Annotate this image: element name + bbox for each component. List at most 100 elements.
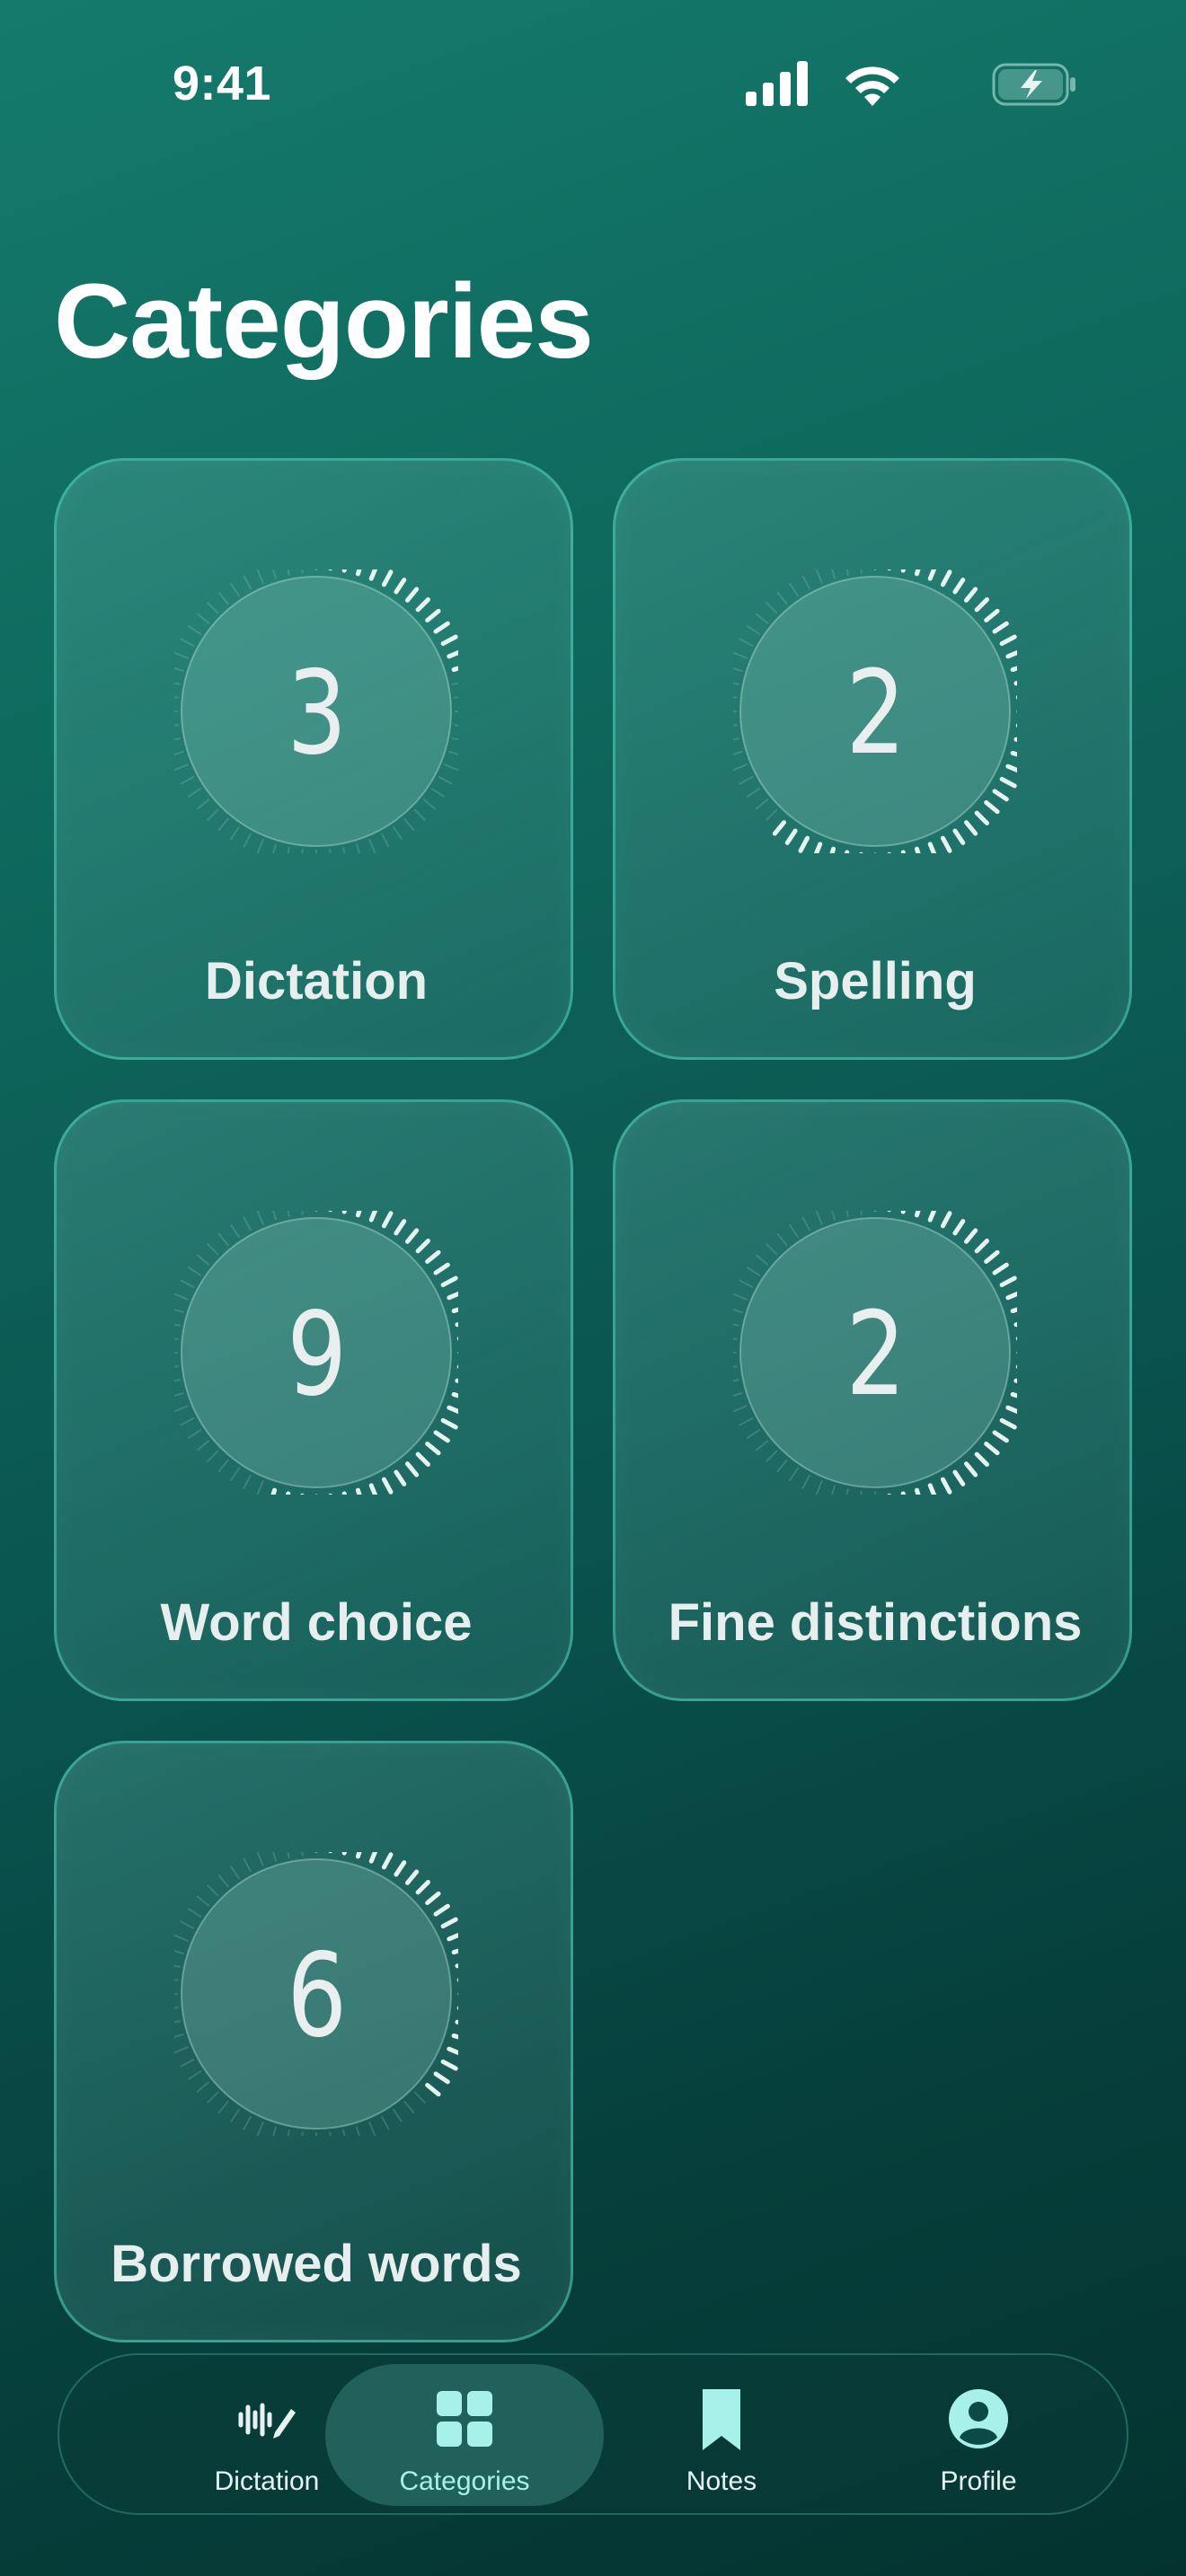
- dial-tick-empty: [766, 1450, 778, 1462]
- dial-tick-empty: [381, 2115, 390, 2130]
- dial-tick-filled: [914, 1211, 921, 1218]
- dial-tick-empty: [230, 825, 240, 840]
- dial-tick-empty: [287, 1852, 290, 1858]
- dial-tick-filled: [984, 1442, 1000, 1456]
- dial-tick-empty: [197, 1440, 210, 1451]
- dial-tick-filled: [341, 1852, 347, 1856]
- dial-tick-filled: [914, 569, 921, 577]
- dial-tick-filled: [940, 1211, 952, 1229]
- tab-profile[interactable]: Profile: [839, 2364, 1118, 2506]
- dial-tick-filled: [355, 569, 362, 577]
- dial-tick-empty: [243, 2115, 252, 2130]
- dial-tick-filled: [394, 1860, 407, 1877]
- dial-tick-filled: [381, 1852, 394, 1870]
- dial-tick-empty: [287, 2130, 290, 2136]
- dial-tick-filled: [927, 842, 937, 853]
- dial-tick-empty: [845, 1211, 849, 1217]
- dial-tick-filled: [405, 587, 420, 603]
- dial-tick-empty: [831, 1485, 836, 1495]
- dial-tick-empty: [207, 1884, 219, 1897]
- category-card-word-choice[interactable]: 9 Word choice: [54, 1099, 573, 1701]
- dial-tick-filled: [964, 820, 978, 836]
- category-card-spelling[interactable]: 2 Spelling: [613, 458, 1132, 1060]
- dial-tick-empty: [180, 1279, 195, 1288]
- dial-tick-empty: [815, 1480, 823, 1495]
- dial-tick-filled: [900, 569, 906, 573]
- dial-tick-filled: [405, 1461, 420, 1478]
- dial-tick-filled: [425, 608, 441, 622]
- dial-tick-empty: [256, 2122, 264, 2136]
- dial-tick-empty: [197, 1895, 210, 1907]
- category-count: 3: [287, 647, 347, 781]
- dial-tick-empty: [287, 1211, 290, 1217]
- dial-tick-empty: [230, 2108, 240, 2122]
- dial-tick-filled: [341, 1211, 347, 1214]
- tab-categories[interactable]: Categories: [325, 2364, 604, 2506]
- dial-tick-empty: [217, 592, 229, 605]
- grid-icon: [437, 2391, 492, 2447]
- dial-tick-empty: [272, 2126, 278, 2136]
- tab-notes[interactable]: Notes: [582, 2364, 861, 2506]
- dial-tick-filled: [355, 1211, 362, 1218]
- dial-tick-filled: [999, 1275, 1017, 1288]
- dial-tick-filled: [394, 578, 407, 595]
- dial-tick-empty: [776, 1459, 788, 1472]
- category-label: Borrowed words: [111, 2235, 522, 2293]
- dial-tick-empty: [256, 839, 264, 853]
- dial-tick-filled: [433, 2071, 450, 2085]
- dial-tick-filled: [355, 1852, 362, 1859]
- dial-tick-empty: [243, 1857, 252, 1873]
- dial-tick-empty: [207, 2091, 219, 2104]
- dial-tick-empty: [207, 1450, 219, 1462]
- dial-tick-empty: [188, 788, 202, 798]
- tab-label: Notes: [686, 2466, 757, 2496]
- dial-tick-empty: [789, 1224, 799, 1239]
- dial-tick-filled: [927, 569, 937, 581]
- dial-tick-filled: [829, 846, 836, 853]
- dial-tick-empty: [747, 788, 761, 798]
- category-count: 2: [845, 1288, 906, 1422]
- dial-tick-filled: [433, 1430, 450, 1443]
- dial-tick-empty: [766, 808, 778, 821]
- dial-tick-empty: [329, 2131, 332, 2136]
- category-card-fine-distinctions[interactable]: 2 Fine distinctions: [613, 1099, 1132, 1701]
- dial-tick-filled: [415, 1239, 430, 1254]
- category-count: 9: [287, 1288, 347, 1422]
- dial-tick-empty: [342, 2130, 346, 2136]
- dial-tick-filled: [433, 1903, 450, 1917]
- dial-tick-empty: [287, 847, 290, 853]
- dial-tick-empty: [860, 1211, 863, 1215]
- dial-tick-filled: [964, 1461, 978, 1478]
- dial-tick-empty: [188, 1908, 202, 1918]
- dial-tick-empty: [256, 569, 264, 584]
- dial-tick-empty: [860, 1490, 863, 1495]
- dial-tick-empty: [747, 1266, 761, 1276]
- dial-tick-filled: [974, 597, 989, 613]
- dial-tick-filled: [992, 1430, 1009, 1443]
- dial-tick-empty: [197, 798, 210, 810]
- dial-tick-filled: [415, 1451, 430, 1467]
- dial-tick-empty: [217, 1459, 229, 1472]
- dial-tick-filled: [927, 1483, 937, 1495]
- category-card-borrowed-words[interactable]: 6 Borrowed words: [54, 1741, 573, 2342]
- dial-tick-empty: [272, 1211, 278, 1221]
- dial-tick-empty: [243, 1474, 252, 1489]
- dial-tick-empty: [197, 1254, 210, 1266]
- dial-tick-filled: [425, 1249, 441, 1264]
- dial-tick-empty: [368, 2122, 376, 2136]
- dial-tick-filled: [440, 1917, 458, 1929]
- dial-tick-filled: [355, 1487, 362, 1495]
- dial-tick-filled: [914, 1487, 921, 1495]
- dial-tick-filled: [368, 1211, 378, 1222]
- dial-tick-empty: [230, 1467, 240, 1481]
- dial-tick-empty: [801, 1216, 810, 1231]
- dial-tick-empty: [243, 1216, 252, 1231]
- dial-tick-empty: [860, 569, 863, 574]
- category-card-dictation[interactable]: 3 Dictation: [54, 458, 573, 1060]
- dial-tick-filled: [974, 1451, 989, 1467]
- dial-tick-empty: [188, 1266, 202, 1276]
- dial-tick-empty: [739, 638, 754, 647]
- status-time: 9:41: [173, 57, 272, 110]
- dial-tick-empty: [301, 1852, 304, 1857]
- dial-tick-filled: [984, 1249, 1000, 1264]
